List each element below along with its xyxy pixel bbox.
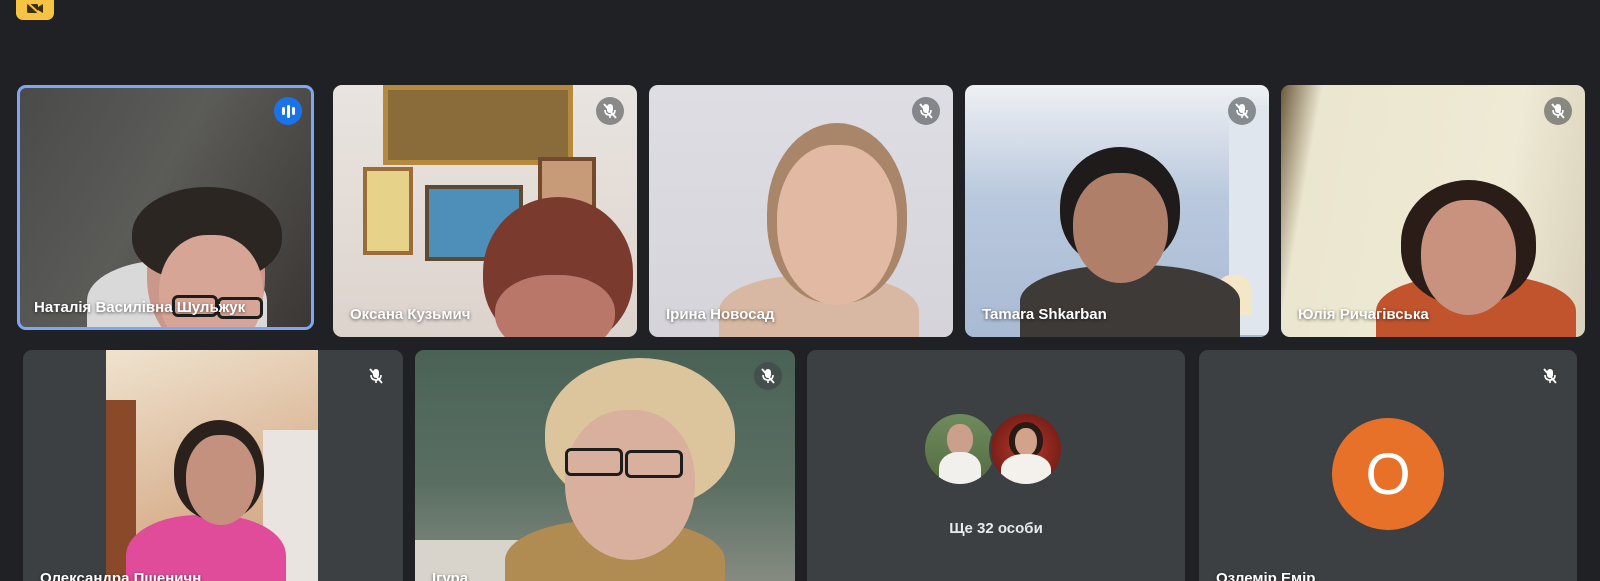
participant-video: [965, 85, 1269, 337]
mic-off-icon: [1228, 97, 1256, 125]
camera-off-icon: [27, 2, 43, 16]
participant-name: Ігура: [432, 570, 469, 581]
more-participants-label: Ще 32 особи: [949, 520, 1043, 537]
participant-video: [106, 350, 318, 581]
participant-tile[interactable]: Ірина Новосад: [649, 85, 953, 337]
participant-video: [17, 85, 314, 330]
participant-name: Ірина Новосад: [666, 306, 775, 323]
more-participants-tile[interactable]: Ще 32 особи: [807, 350, 1185, 581]
participant-name: Олександра Пшеничн: [40, 570, 202, 581]
mic-off-icon: [596, 97, 624, 125]
mic-off-icon: [1536, 362, 1564, 390]
participant-name: Tamara Shkarban: [982, 306, 1107, 323]
participant-name: Оксана Кузьмич: [350, 306, 471, 323]
participant-name: Озлемір Емір: [1216, 570, 1316, 581]
participant-video: [415, 350, 795, 581]
participant-tile[interactable]: Юлія Ричагівська: [1281, 85, 1585, 337]
mic-off-icon: [912, 97, 940, 125]
participant-tile[interactable]: Ігура: [415, 350, 795, 581]
participant-tile[interactable]: O Озлемір Емір: [1199, 350, 1577, 581]
meeting-stage: Наталія Василівна Шульжук Оксана Кузьмич…: [0, 0, 1600, 581]
participant-tile[interactable]: Tamara Shkarban: [965, 85, 1269, 337]
participant-video: [649, 85, 953, 337]
participant-name: Наталія Василівна Шульжук: [34, 299, 246, 316]
mic-off-icon: [362, 362, 390, 390]
speaking-indicator-icon: [274, 97, 302, 125]
participant-tile[interactable]: Наталія Василівна Шульжук: [17, 85, 314, 330]
participant-video: [1281, 85, 1585, 337]
participant-avatar: O: [1332, 418, 1444, 530]
participant-name: Юлія Ричагівська: [1298, 306, 1429, 323]
participant-video: [333, 85, 637, 337]
host-controls-badge[interactable]: [16, 0, 54, 20]
mic-off-icon: [754, 362, 782, 390]
participant-tile[interactable]: Оксана Кузьмич: [333, 85, 637, 337]
participant-tile[interactable]: Олександра Пшеничн: [23, 350, 403, 581]
mic-off-icon: [1544, 97, 1572, 125]
participant-thumbnail: [989, 412, 1063, 486]
participant-thumbnail: [923, 412, 997, 486]
